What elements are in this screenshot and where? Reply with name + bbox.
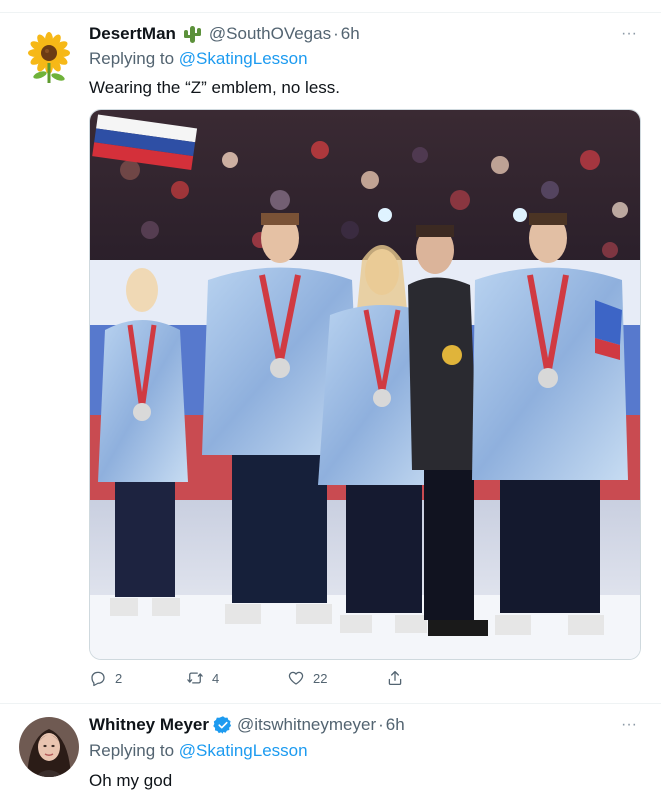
sunflower-icon — [19, 27, 79, 87]
separator: · — [333, 24, 339, 43]
replying-to-link[interactable]: @SkatingLesson — [179, 49, 308, 68]
reply-button[interactable]: 2 — [89, 669, 122, 687]
tweet-media-image[interactable] — [89, 109, 641, 660]
retweet-count: 4 — [212, 670, 220, 686]
more-icon[interactable]: ··· — [619, 24, 639, 44]
tweet-actions: 2 4 22 — [89, 669, 489, 689]
replying-prefix: Replying to — [89, 49, 175, 68]
tweet-whitney-meyer[interactable]: Whitney Meyer @itswhitneymeyer · 6h ··· … — [0, 703, 661, 801]
verified-badge-icon — [213, 716, 232, 734]
separator: · — [378, 715, 384, 734]
cactus-icon — [183, 26, 201, 43]
olympic-ceremony-photo — [90, 110, 640, 659]
tweet-desertman[interactable]: DesertMan @SouthOVegas · 6h ··· Replying… — [0, 13, 661, 703]
share-icon — [388, 670, 402, 686]
replying-prefix: Replying to — [89, 741, 175, 760]
replying-to: Replying to @SkatingLesson — [89, 741, 308, 761]
author-handle[interactable]: @itswhitneymeyer — [237, 715, 376, 735]
author-name[interactable]: Whitney Meyer — [89, 715, 209, 735]
replying-to: Replying to @SkatingLesson — [89, 49, 308, 69]
tweet-header: DesertMan @SouthOVegas · 6h — [89, 23, 621, 45]
author-handle[interactable]: @SouthOVegas — [209, 24, 331, 44]
tweet-text: Wearing the “Z” emblem, no less. — [89, 78, 340, 97]
timestamp[interactable]: 6h — [386, 715, 405, 735]
more-icon[interactable]: ··· — [619, 715, 639, 735]
person-photo-icon — [19, 717, 79, 777]
retweet-icon — [187, 672, 203, 684]
reply-icon — [91, 671, 105, 687]
avatar[interactable] — [19, 717, 79, 777]
reply-count: 2 — [115, 670, 123, 686]
avatar[interactable] — [19, 27, 79, 87]
replying-to-link[interactable]: @SkatingLesson — [179, 741, 308, 760]
tweet-text: Oh my god — [89, 771, 173, 790]
author-name[interactable]: DesertMan — [89, 24, 176, 44]
timestamp[interactable]: 6h — [341, 24, 360, 44]
like-icon — [288, 671, 304, 685]
tweet-header: Whitney Meyer @itswhitneymeyer · 6h — [89, 714, 621, 736]
like-count: 22 — [313, 670, 328, 686]
retweet-button[interactable]: 4 — [186, 669, 219, 687]
like-button[interactable]: 22 — [287, 669, 327, 687]
share-button[interactable] — [386, 669, 412, 687]
